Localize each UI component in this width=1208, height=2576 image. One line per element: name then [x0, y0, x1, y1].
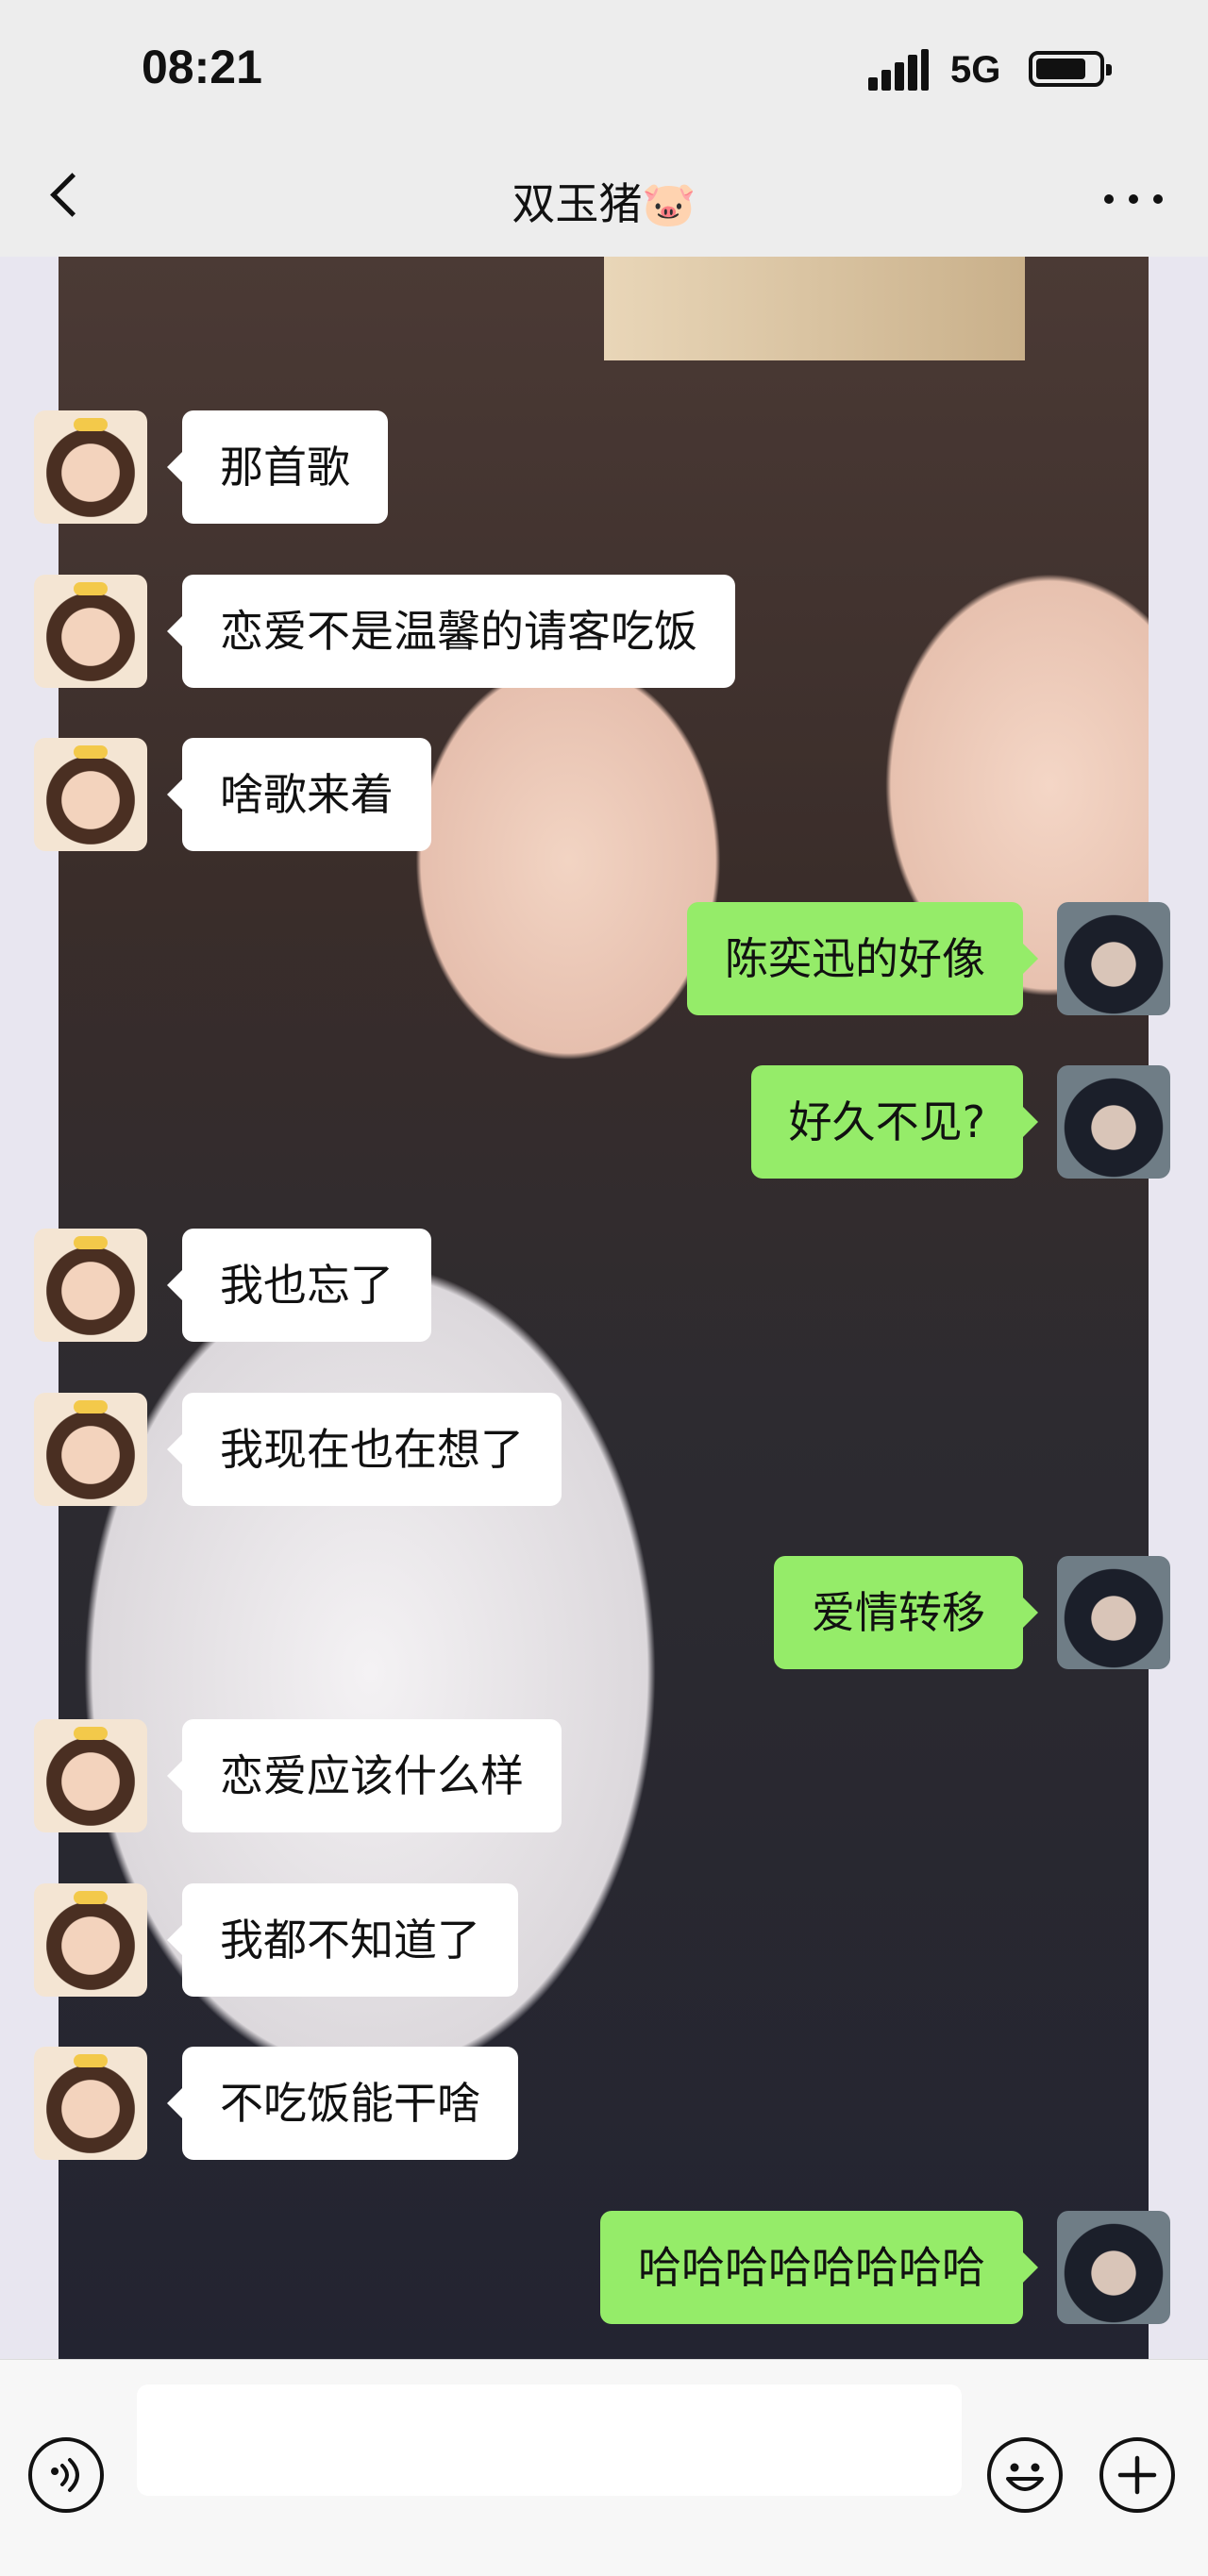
- message-bubble[interactable]: 我都不知道了: [167, 1883, 518, 1997]
- message-bubble[interactable]: 恋爱不是温馨的请客吃饭: [167, 575, 735, 688]
- chat-title: 双玉猪🐷: [512, 178, 696, 229]
- message-bubble[interactable]: 啥歌来着: [167, 738, 431, 851]
- message-bubble[interactable]: 那首歌: [167, 410, 388, 524]
- shared-image-thumbnail[interactable]: [604, 257, 1025, 360]
- emoji-icon[interactable]: [987, 2437, 1063, 2513]
- avatar[interactable]: [34, 1229, 147, 1342]
- avatar[interactable]: [1057, 1065, 1170, 1179]
- avatar[interactable]: [1057, 1556, 1170, 1669]
- message-bubble[interactable]: 不吃饭能干啥: [167, 2047, 518, 2160]
- avatar[interactable]: [1057, 902, 1170, 1015]
- avatar[interactable]: [34, 1393, 147, 1506]
- avatar[interactable]: [34, 410, 147, 524]
- chat-area[interactable]: 那首歌 恋爱不是温馨的请客吃饭 啥歌来着 陈奕迅的好像 好久不见? 我也忘了 我…: [0, 257, 1208, 2359]
- avatar[interactable]: [34, 738, 147, 851]
- plus-icon[interactable]: [1099, 2437, 1175, 2513]
- message-input[interactable]: [137, 2384, 962, 2496]
- message-bubble[interactable]: 爱情转移: [774, 1556, 1038, 1669]
- signal-icon: [868, 49, 929, 91]
- battery-icon: [1029, 51, 1112, 87]
- message-bubble[interactable]: 我也忘了: [167, 1229, 431, 1342]
- message-bubble[interactable]: 好久不见?: [750, 1065, 1039, 1179]
- message-bubble[interactable]: 恋爱应该什么样: [167, 1719, 562, 1832]
- message-bubble[interactable]: 哈哈哈哈哈哈哈哈: [600, 2211, 1038, 2324]
- avatar[interactable]: [34, 2047, 147, 2160]
- chat-header: 双玉猪🐷: [0, 142, 1208, 258]
- status-bar: 08:21 5G: [0, 0, 1208, 142]
- network-type: 5G: [950, 49, 1001, 91]
- avatar[interactable]: [34, 1883, 147, 1997]
- avatar[interactable]: [1057, 2211, 1170, 2324]
- input-bar: [0, 2359, 1208, 2576]
- avatar[interactable]: [34, 1719, 147, 1832]
- voice-icon[interactable]: [28, 2437, 104, 2513]
- more-dots-icon[interactable]: [1104, 183, 1170, 211]
- status-time: 08:21: [142, 41, 262, 93]
- message-bubble[interactable]: 陈奕迅的好像: [687, 902, 1038, 1015]
- message-bubble[interactable]: 我现在也在想了: [167, 1393, 562, 1506]
- avatar[interactable]: [34, 575, 147, 688]
